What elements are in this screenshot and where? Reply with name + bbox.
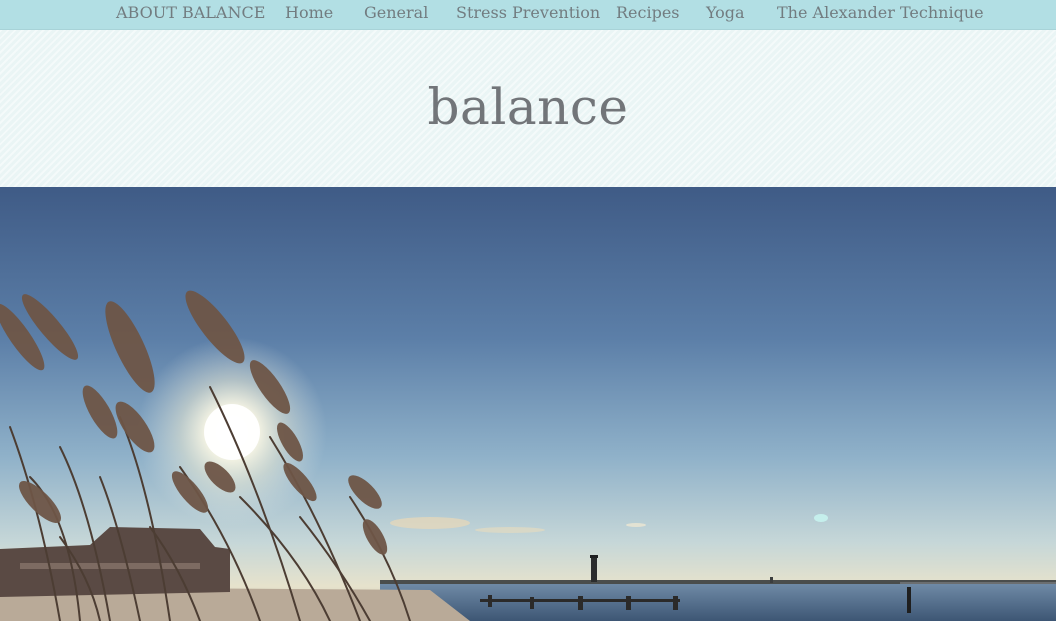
nav-item-home[interactable]: Home [285,3,333,22]
hero-image [0,187,1056,621]
nav-item-stress-prevention[interactable]: Stress Prevention [456,3,600,22]
nav-item-general[interactable]: General [364,3,428,22]
hero-beach-photo [0,187,1056,621]
nav-item-recipes[interactable]: Recipes [616,3,680,22]
nav-item-yoga[interactable]: Yoga [706,3,745,22]
nav-item-about-balance[interactable]: ABOUT BALANCE [116,3,265,22]
nav-item-alexander-technique[interactable]: The Alexander Technique [777,3,984,22]
site-header: balance [0,30,1056,187]
top-navigation: ABOUT BALANCE Home General Stress Preven… [0,0,1056,30]
site-title[interactable]: balance [0,78,1056,136]
